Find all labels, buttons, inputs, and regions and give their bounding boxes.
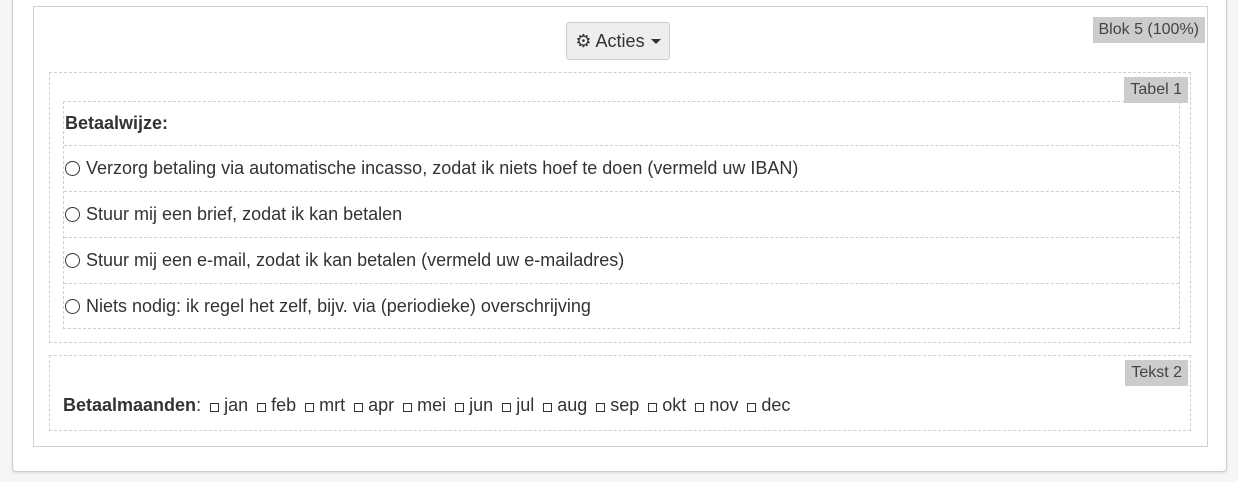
month-label: aug xyxy=(557,395,588,415)
actions-dropdown-button[interactable]: ⚙ Acties xyxy=(566,22,670,60)
checkbox[interactable] xyxy=(403,403,413,412)
radio-button[interactable] xyxy=(65,207,80,222)
month-feb[interactable]: feb xyxy=(257,395,296,416)
checkbox[interactable] xyxy=(455,403,465,412)
month-label: dec xyxy=(761,395,791,415)
month-okt[interactable]: okt xyxy=(648,395,686,416)
checkbox[interactable] xyxy=(747,403,757,412)
month-jun[interactable]: jun xyxy=(455,395,493,416)
payment-months-label: Betaalmaanden xyxy=(63,395,197,415)
block-5: Blok 5 (100%) ⚙ Acties Tabel 1 Betaalwij… xyxy=(33,6,1208,447)
actions-label: Acties xyxy=(595,30,645,51)
text-2: Tekst 2 Betaalmaanden: jan feb mrt apr m… xyxy=(49,355,1191,431)
month-sep[interactable]: sep xyxy=(596,395,639,416)
month-label: sep xyxy=(610,395,640,415)
payment-months: Betaalmaanden: jan feb mrt apr mei jun j… xyxy=(63,395,790,416)
month-label: mrt xyxy=(319,395,346,415)
month-aug[interactable]: aug xyxy=(543,395,587,416)
radio-button[interactable] xyxy=(65,161,80,176)
checkbox[interactable] xyxy=(596,403,606,412)
month-label: apr xyxy=(368,395,395,415)
checkbox[interactable] xyxy=(695,403,705,412)
checkbox[interactable] xyxy=(543,403,553,412)
text-tag: Tekst 2 xyxy=(1125,360,1188,386)
month-dec[interactable]: dec xyxy=(747,395,790,416)
checkbox[interactable] xyxy=(502,403,512,412)
option-label: Niets nodig: ik regel het zelf, bijv. vi… xyxy=(86,295,591,316)
table-tag: Tabel 1 xyxy=(1124,77,1188,103)
option-label: Stuur mij een e-mail, zodat ik kan betal… xyxy=(86,250,625,270)
month-nov[interactable]: nov xyxy=(695,395,738,416)
month-label: okt xyxy=(662,395,687,415)
month-label: jul xyxy=(516,395,535,415)
month-jan[interactable]: jan xyxy=(210,395,248,416)
radio-button[interactable] xyxy=(65,298,80,314)
checkbox[interactable] xyxy=(305,403,315,412)
checkbox[interactable] xyxy=(648,403,658,412)
radio-button[interactable] xyxy=(65,253,80,268)
month-label: jun xyxy=(469,395,494,415)
payment-method-table: Betaalwijze: Verzorg betaling via automa… xyxy=(63,101,1180,329)
payment-option-zelf[interactable]: Niets nodig: ik regel het zelf, bijv. vi… xyxy=(64,284,1179,328)
checkbox[interactable] xyxy=(354,403,364,412)
month-label: mei xyxy=(417,395,447,415)
month-apr[interactable]: apr xyxy=(354,395,394,416)
checkbox[interactable] xyxy=(210,403,220,412)
month-jul[interactable]: jul xyxy=(502,395,534,416)
payment-option-email[interactable]: Stuur mij een e-mail, zodat ik kan betal… xyxy=(64,238,1179,284)
label-colon: : xyxy=(196,395,202,415)
gear-icon: ⚙ xyxy=(575,30,592,51)
payment-option-brief[interactable]: Stuur mij een brief, zodat ik kan betale… xyxy=(64,192,1179,238)
checkbox[interactable] xyxy=(257,403,267,412)
option-label: Stuur mij een brief, zodat ik kan betale… xyxy=(86,204,403,224)
month-label: jan xyxy=(224,395,249,415)
payment-option-incasso[interactable]: Verzorg betaling via automatische incass… xyxy=(64,146,1179,192)
month-mrt[interactable]: mrt xyxy=(305,395,345,416)
month-label: feb xyxy=(271,395,297,415)
caret-down-icon xyxy=(650,38,661,44)
month-label: nov xyxy=(709,395,739,415)
option-label: Verzorg betaling via automatische incass… xyxy=(86,158,799,178)
block-tag: Blok 5 (100%) xyxy=(1092,17,1205,43)
payment-method-header: Betaalwijze: xyxy=(64,102,1179,146)
month-mei[interactable]: mei xyxy=(403,395,446,416)
table-1: Tabel 1 Betaalwijze: Verzorg betaling vi… xyxy=(49,72,1191,343)
